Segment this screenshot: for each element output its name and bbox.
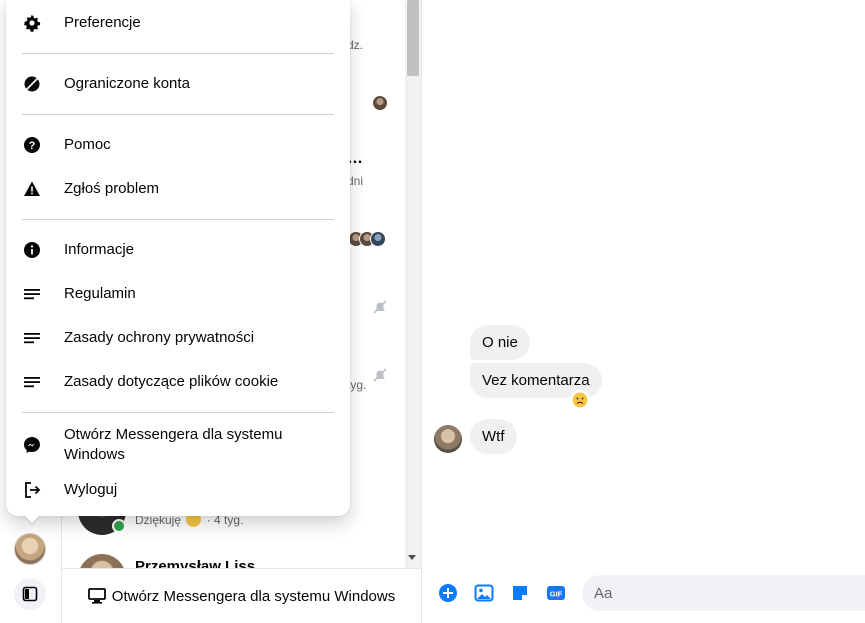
menu-caret <box>23 514 41 523</box>
image-icon[interactable] <box>474 583 494 603</box>
online-status-dot <box>112 519 126 533</box>
help-icon: ? <box>20 133 44 157</box>
gear-icon <box>20 11 44 35</box>
menu-item-preferences[interactable]: Preferencje <box>14 3 342 43</box>
menu-item-information[interactable]: Informacje <box>14 230 342 270</box>
menu-item-label: Informacje <box>64 241 135 258</box>
menu-item-label: Ograniczone konta <box>64 75 190 92</box>
menu-divider <box>22 53 334 54</box>
svg-text:GIF: GIF <box>550 590 563 599</box>
open-windows-app-button[interactable]: Otwórz Messengera dla systemu Windows <box>62 568 421 623</box>
warning-icon <box>20 177 44 201</box>
lines-icon <box>20 370 44 394</box>
info-icon <box>20 238 44 262</box>
settings-menu: Preferencje Ograniczone konta ? Pomoc Zg… <box>6 0 350 516</box>
logout-icon <box>20 478 44 502</box>
restricted-icon <box>20 72 44 96</box>
message-composer: GIF <box>422 568 865 623</box>
message-bubble[interactable]: Wtf <box>470 419 517 454</box>
panel-toggle-icon <box>22 586 38 602</box>
menu-item-label: Preferencje <box>64 14 141 31</box>
menu-divider <box>22 412 334 413</box>
muted-bell-icon <box>373 368 387 382</box>
svg-text:?: ? <box>29 140 36 152</box>
menu-item-label: Wyloguj <box>64 481 118 498</box>
conversation-scrollbar[interactable] <box>405 0 421 568</box>
desktop-icon <box>87 588 106 604</box>
message-input[interactable] <box>582 575 865 611</box>
menu-item-label: Zasady ochrony prywatności <box>64 329 255 346</box>
lines-icon <box>20 326 44 350</box>
menu-item-report-problem[interactable]: Zgłoś problem <box>14 169 342 209</box>
menu-item-terms[interactable]: Regulamin <box>14 274 342 314</box>
menu-item-logout[interactable]: Wyloguj <box>14 470 342 510</box>
menu-item-label: Zasady dotyczące plików cookie <box>64 373 279 390</box>
menu-item-restricted-accounts[interactable]: Ograniczone konta <box>14 64 342 104</box>
menu-item-label: Zgłoś problem <box>64 180 160 197</box>
menu-item-cookie-policy[interactable]: Zasady dotyczące plików cookie <box>14 362 342 402</box>
menu-item-help[interactable]: ? Pomoc <box>14 125 342 165</box>
menu-item-open-windows-app[interactable]: Otwórz Messengera dla systemu Windows <box>14 423 342 467</box>
menu-item-privacy-policy[interactable]: Zasady ochrony prywatności <box>14 318 342 358</box>
sticker-icon[interactable] <box>510 583 530 603</box>
lines-icon <box>20 282 44 306</box>
gif-icon[interactable]: GIF <box>546 583 566 603</box>
read-receipt-avatar <box>372 95 388 111</box>
menu-item-label: Otwórz Messengera dla systemu Windows <box>64 426 283 463</box>
profile-avatar[interactable] <box>14 533 46 565</box>
muted-bell-icon <box>373 300 387 314</box>
sidebar-toggle-button[interactable] <box>14 578 46 610</box>
sad-face-reaction-icon[interactable] <box>571 391 589 409</box>
open-windows-app-label: Otwórz Messengera dla systemu Windows <box>111 587 396 605</box>
menu-divider <box>22 219 334 220</box>
menu-item-label: Regulamin <box>64 285 136 302</box>
read-receipt-avatar <box>370 231 386 247</box>
menu-divider <box>22 114 334 115</box>
chat-pane: O nie Vez komentarza Wtf GIF <box>421 0 865 623</box>
sender-avatar[interactable] <box>434 425 462 453</box>
messenger-icon <box>20 433 44 457</box>
conversation-avatar <box>78 554 126 568</box>
message-bubble[interactable]: O nie <box>470 325 530 360</box>
plus-icon[interactable] <box>438 583 458 603</box>
scroll-down-arrow-icon[interactable] <box>408 555 416 560</box>
scroll-thumb[interactable] <box>407 0 419 76</box>
menu-item-label: Pomoc <box>64 136 111 153</box>
